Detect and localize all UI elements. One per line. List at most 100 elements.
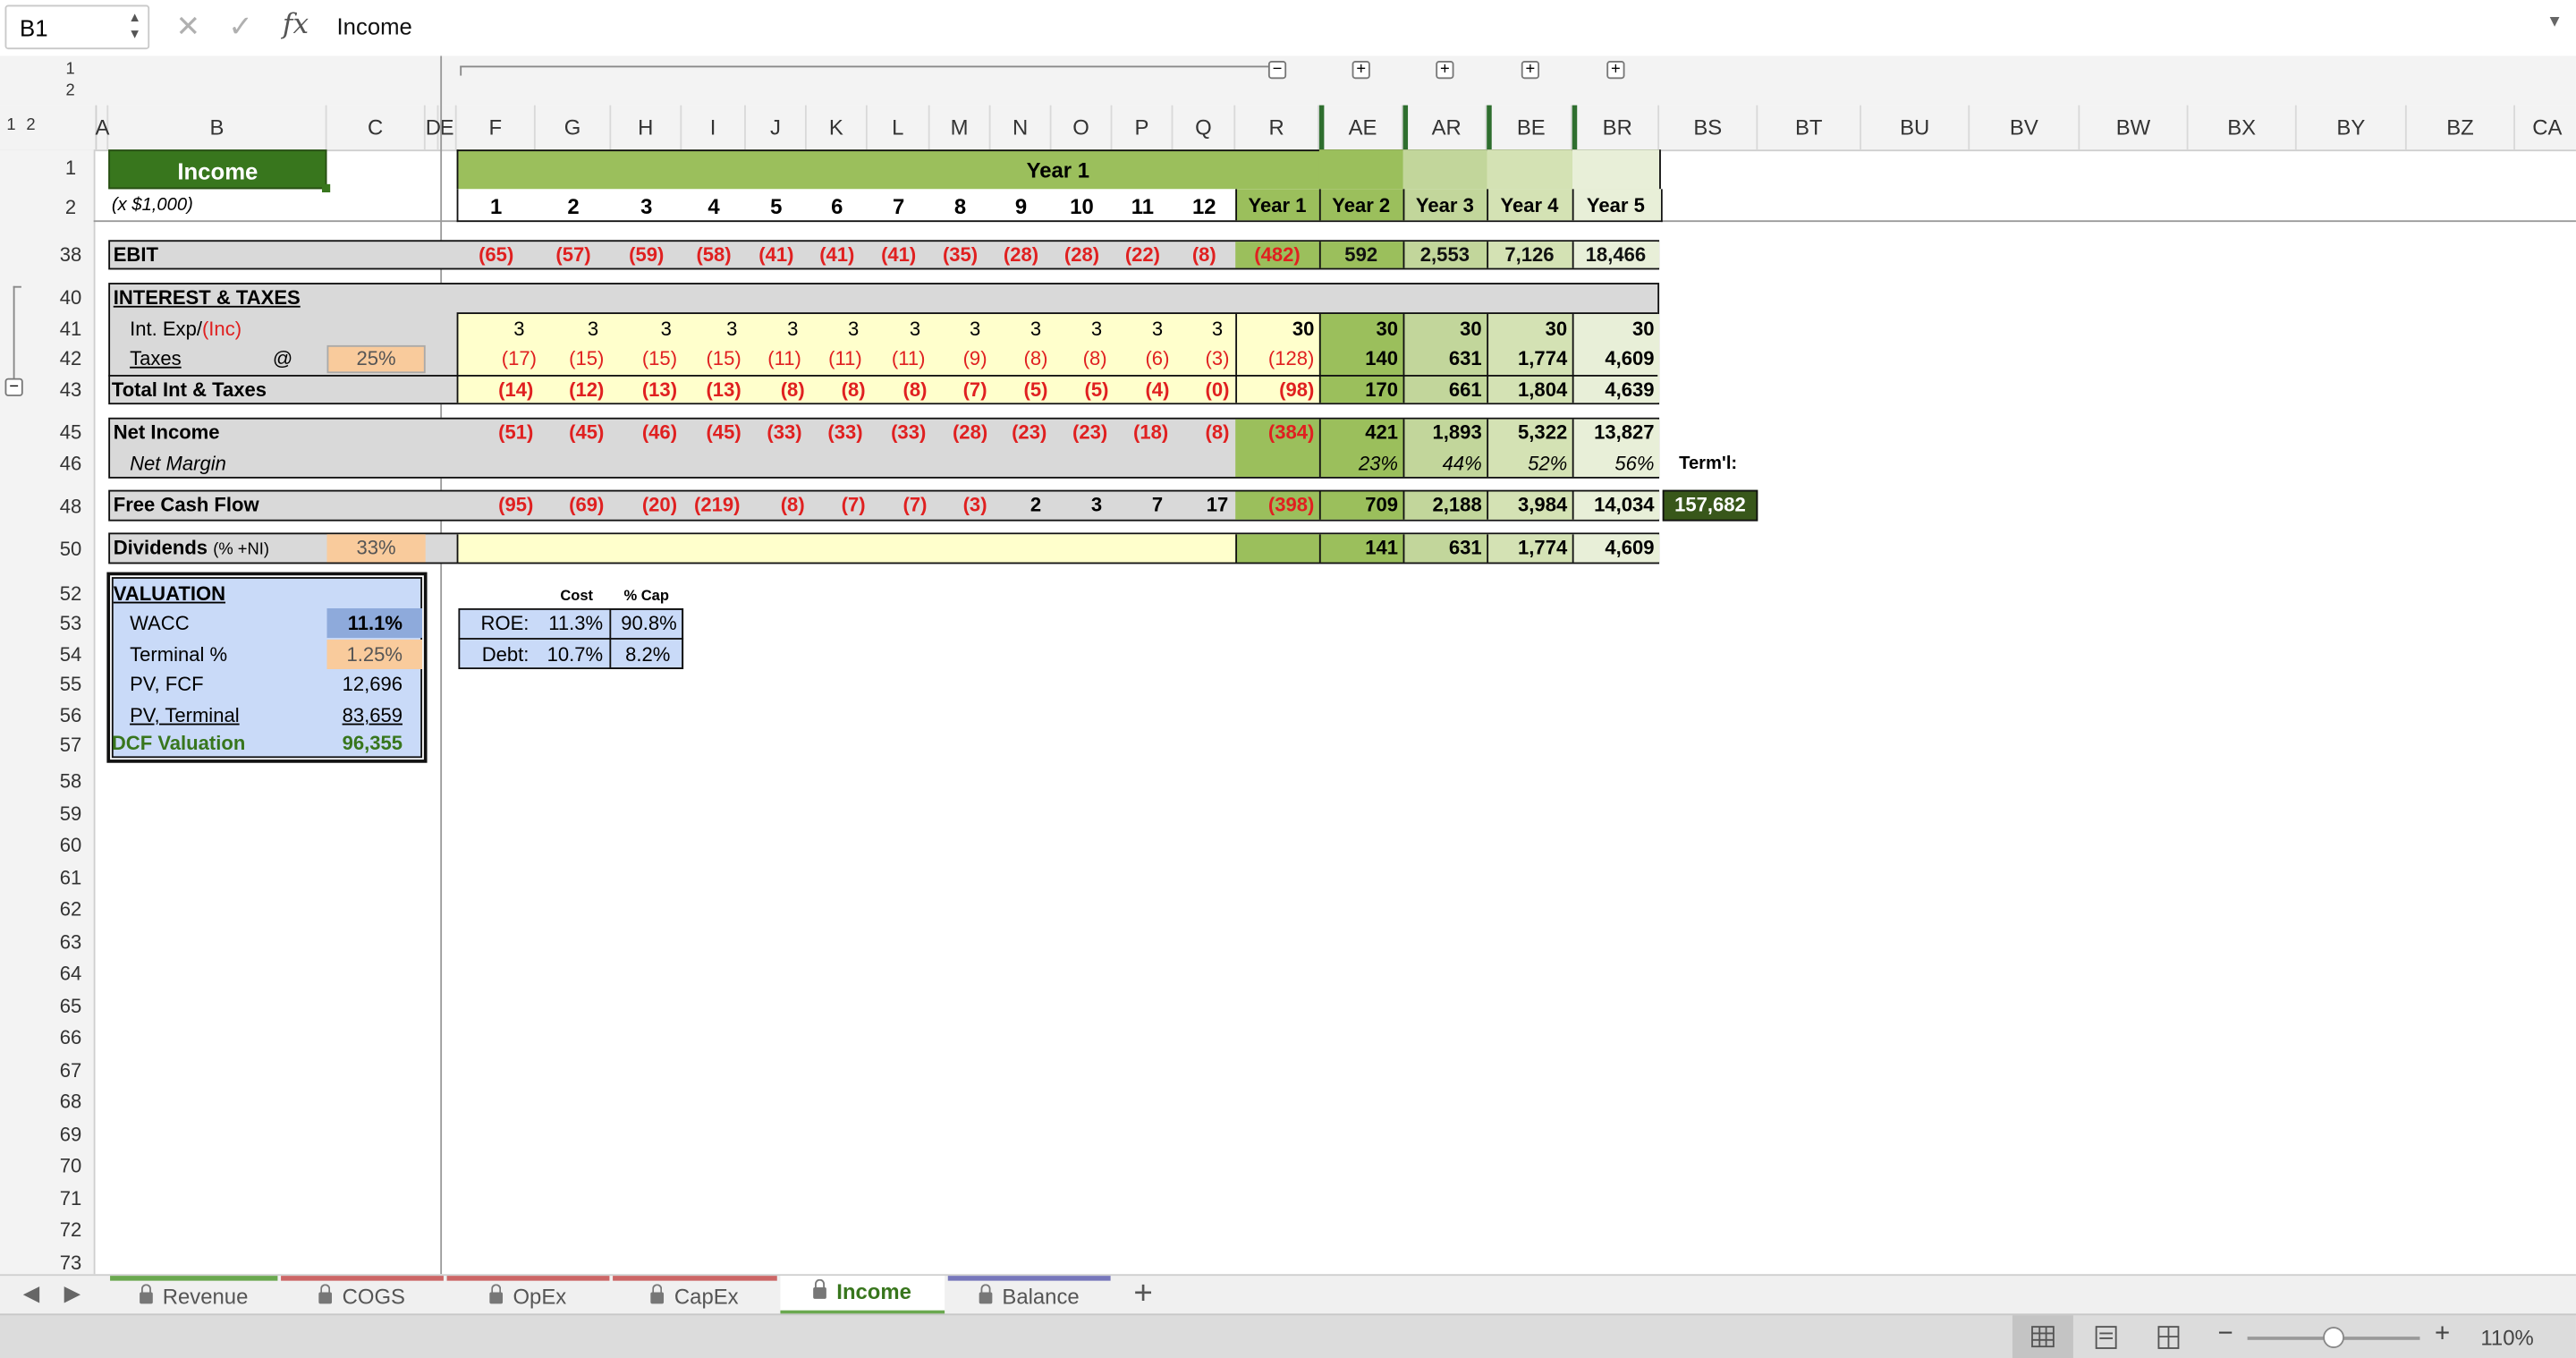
zoom-out-icon[interactable]: − <box>2218 1320 2233 1350</box>
units-note[interactable]: (x $1,000) <box>112 192 193 220</box>
zoom-slider-thumb[interactable] <box>2323 1327 2344 1348</box>
ebit-month-value[interactable]: (59) <box>611 242 682 269</box>
year-header[interactable]: Year 2 <box>1319 192 1403 220</box>
tab-revenue[interactable]: Revenue <box>110 1276 278 1311</box>
taxes-month-value[interactable]: (6) <box>1127 345 1188 373</box>
tab-capex[interactable]: CapEx <box>613 1276 777 1311</box>
total-int-taxes-label[interactable]: Total Int & Taxes <box>112 377 267 404</box>
net-margin-year-value[interactable]: 44% <box>1403 451 1482 479</box>
tab-balance[interactable]: Balance <box>947 1276 1111 1311</box>
total-int-taxes-month-value[interactable]: (8) <box>823 377 884 404</box>
int-exp-year-value[interactable]: 30 <box>1319 316 1398 344</box>
dividends-label[interactable]: Dividends (% +NI) <box>114 534 269 564</box>
net-income-year-value[interactable]: 421 <box>1319 420 1398 447</box>
ebit-month-value[interactable]: (57) <box>536 242 611 269</box>
net-margin-year-value[interactable]: 56% <box>1572 451 1654 479</box>
int-exp-month-value[interactable]: 3 <box>823 316 884 344</box>
roe-label[interactable]: ROE: <box>458 610 530 638</box>
tab-income[interactable]: Income <box>780 1276 945 1316</box>
net-income-year-value[interactable]: 1,893 <box>1403 420 1482 447</box>
net-income-year-value[interactable]: 13,827 <box>1572 420 1654 447</box>
pv-terminal-value[interactable]: 83,659 <box>327 702 402 730</box>
wacc-label[interactable]: WACC <box>130 610 190 638</box>
debt-pct-cap[interactable]: 8.2% <box>609 641 670 669</box>
total-int-taxes-month-value[interactable]: (5) <box>1066 377 1127 404</box>
total-int-taxes-year-value[interactable]: 4,639 <box>1572 377 1654 404</box>
int-exp-month-value[interactable]: 3 <box>699 316 764 344</box>
fcf-month-value[interactable]: (95) <box>477 492 555 520</box>
debt-label[interactable]: Debt: <box>458 641 530 669</box>
month-header[interactable]: 1 <box>457 192 536 220</box>
month-header[interactable]: 9 <box>991 192 1052 220</box>
net-income-month-value[interactable]: (45) <box>548 420 623 447</box>
net-income-month-value[interactable]: (45) <box>691 420 756 447</box>
total-int-taxes-month-value[interactable]: (13) <box>624 377 695 404</box>
dividend-rate-input[interactable]: 33% <box>327 534 426 562</box>
taxes-month-value[interactable]: (9) <box>945 345 1005 373</box>
total-int-taxes-year-value[interactable]: 170 <box>1319 377 1398 404</box>
dcf-valuation-label[interactable]: DCF Valuation <box>112 730 245 758</box>
ebit-month-value[interactable]: (65) <box>457 242 536 269</box>
terminal-pct-input[interactable]: 1.25% <box>327 641 402 669</box>
valuation-heading[interactable]: VALUATION <box>114 581 225 608</box>
debt-cost[interactable]: 10.7% <box>534 641 604 669</box>
normal-view-button[interactable] <box>2012 1315 2073 1358</box>
net-margin-year-value[interactable]: 23% <box>1319 451 1398 479</box>
wacc-value[interactable]: 11.1% <box>327 610 402 638</box>
taxes-year-value[interactable]: 631 <box>1403 345 1482 373</box>
month-header[interactable]: 12 <box>1173 192 1235 220</box>
int-exp-month-value[interactable]: 3 <box>1066 316 1127 344</box>
taxes-month-value[interactable]: (15) <box>548 345 623 373</box>
page-layout-view-button[interactable] <box>2081 1315 2131 1358</box>
fcf-year-value[interactable]: 2,188 <box>1403 492 1482 520</box>
pv-terminal-label[interactable]: PV, Terminal <box>130 702 240 730</box>
year-header[interactable]: Year 5 <box>1572 192 1659 220</box>
int-exp-month-value[interactable]: 3 <box>945 316 1005 344</box>
dcf-valuation-value[interactable]: 96,355 <box>327 730 402 758</box>
int-exp-month-value[interactable]: 3 <box>884 316 946 344</box>
fcf-month-value[interactable]: 2 <box>1005 492 1066 520</box>
roe-pct-cap[interactable]: 90.8% <box>609 610 677 638</box>
int-exp-year-value[interactable]: 30 <box>1487 316 1568 344</box>
int-exp-month-value[interactable]: 3 <box>479 316 558 344</box>
ebit-month-value[interactable]: (28) <box>991 242 1052 269</box>
month-header[interactable]: 3 <box>611 192 682 220</box>
total-int-taxes-month-value[interactable]: (5) <box>1005 377 1066 404</box>
taxes-year-value[interactable]: 4,609 <box>1572 345 1654 373</box>
dividends-year-value[interactable]: 1,774 <box>1487 534 1567 562</box>
fcf-month-value[interactable]: (8) <box>762 492 823 520</box>
sheet-title-cell[interactable]: Income <box>108 149 327 190</box>
pv-fcf-value[interactable]: 12,696 <box>327 671 402 699</box>
net-income-month-value[interactable]: (23) <box>1060 420 1121 447</box>
add-sheet-button[interactable]: + <box>1133 1276 1152 1313</box>
fcf-month-value[interactable]: (7) <box>884 492 946 520</box>
taxes-year-value[interactable]: 1,774 <box>1487 345 1567 373</box>
taxes-month-value[interactable]: (11) <box>815 345 876 373</box>
net-income-month-value[interactable]: (33) <box>815 420 876 447</box>
month-header[interactable]: 4 <box>682 192 746 220</box>
taxes-month-value[interactable]: (11) <box>754 345 815 373</box>
ebit-month-value[interactable]: (35) <box>930 242 991 269</box>
terminal-label[interactable]: Term'l: <box>1679 451 1737 479</box>
tab-cogs[interactable]: COGS <box>281 1276 444 1311</box>
tax-rate-input[interactable]: 25% <box>327 345 426 373</box>
interest-taxes-heading[interactable]: INTEREST & TAXES <box>114 284 301 312</box>
fcf-month-value[interactable]: (219) <box>685 492 750 520</box>
month-header[interactable]: 11 <box>1112 192 1173 220</box>
fcf-month-value[interactable]: 3 <box>1066 492 1127 520</box>
ebit-year-value[interactable]: 7,126 <box>1487 242 1572 269</box>
int-exp-month-value[interactable]: 3 <box>555 316 631 344</box>
fcf-year-value[interactable]: (398) <box>1235 492 1314 520</box>
pv-fcf-label[interactable]: PV, FCF <box>130 671 203 699</box>
total-int-taxes-year-value[interactable]: 1,804 <box>1487 377 1567 404</box>
total-int-taxes-year-value[interactable]: (98) <box>1235 377 1314 404</box>
taxes-month-value[interactable]: (15) <box>624 345 695 373</box>
dividends-year-value[interactable]: 141 <box>1319 534 1398 562</box>
total-int-taxes-month-value[interactable]: (7) <box>945 377 1005 404</box>
int-exp-month-value[interactable]: 3 <box>1005 316 1066 344</box>
fill-handle[interactable] <box>321 183 331 193</box>
roe-cost[interactable]: 11.3% <box>534 610 603 638</box>
int-exp-year-value[interactable]: 30 <box>1572 316 1655 344</box>
total-int-taxes-month-value[interactable]: (14) <box>477 377 555 404</box>
year-header[interactable]: Year 3 <box>1403 192 1487 220</box>
